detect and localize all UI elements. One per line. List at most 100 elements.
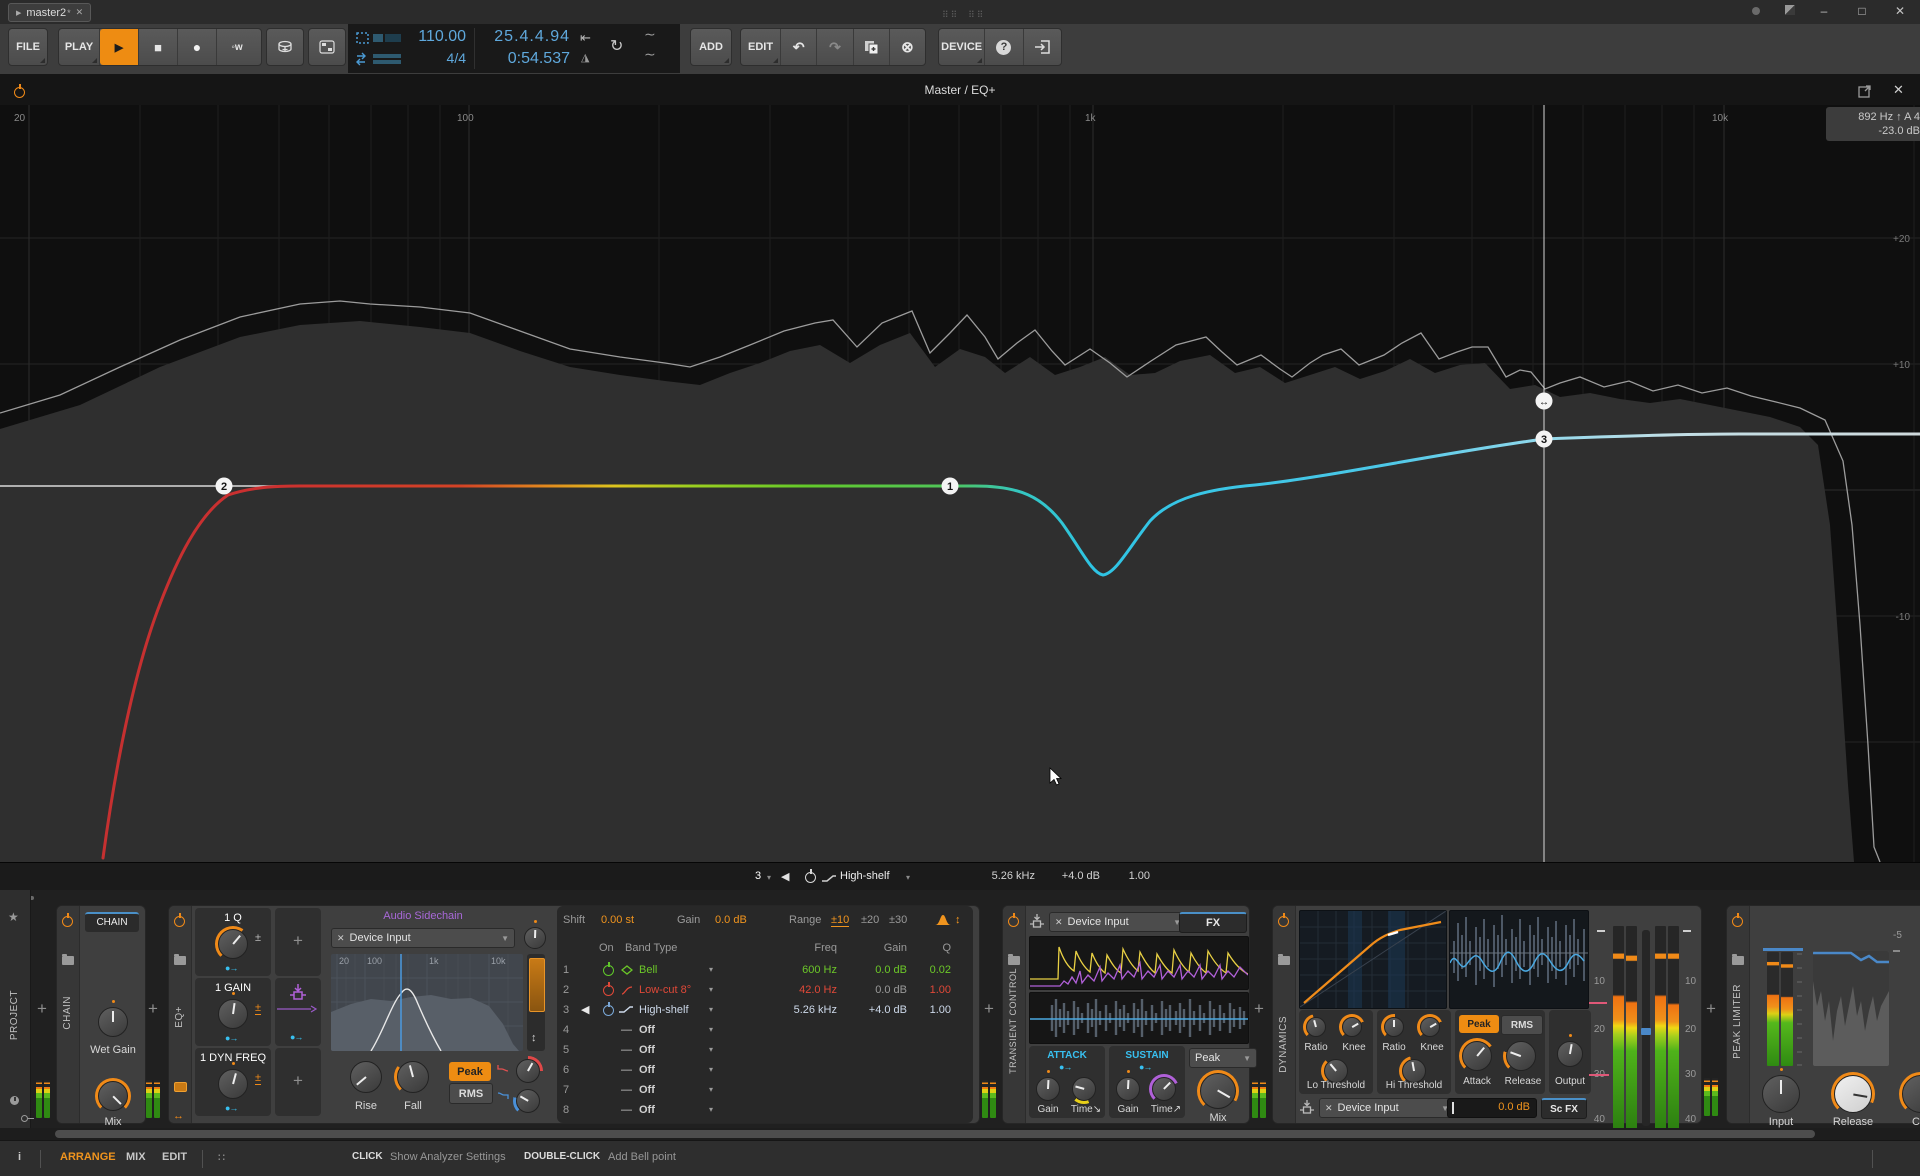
display-profile-icon[interactable] bbox=[1780, 3, 1800, 20]
layered-editing-button[interactable] bbox=[308, 28, 346, 66]
band-handle-3[interactable]: 3 bbox=[1536, 431, 1553, 448]
selected-band-gain[interactable]: +4.0 dB bbox=[1052, 870, 1100, 882]
selected-band-type[interactable]: High-shelf bbox=[840, 870, 890, 882]
attack-mod-arrow[interactable]: ●→ bbox=[1059, 1062, 1071, 1072]
band-3-solo-icon[interactable]: ◀ bbox=[581, 1000, 589, 1020]
band-5-type-caret[interactable]: ▾ bbox=[709, 1040, 713, 1060]
shuffle-wave-icon[interactable]: ∼ bbox=[644, 46, 656, 63]
limiter-preset-icon[interactable] bbox=[1732, 956, 1744, 965]
loop-icon[interactable]: ↻ bbox=[610, 36, 623, 56]
band-6-type-caret[interactable]: ▾ bbox=[709, 1060, 713, 1080]
macro-gain-knob[interactable] bbox=[215, 996, 251, 1032]
makeup-gain-field[interactable]: 0.0 dB bbox=[1447, 1098, 1537, 1118]
band-bandwidth-handle[interactable]: ↔ bbox=[1536, 393, 1553, 410]
sidechain-gain-knob[interactable] bbox=[521, 924, 549, 952]
macro-dynfreq-polarity[interactable]: ± bbox=[255, 1072, 261, 1085]
band-8-type-caret[interactable]: ▾ bbox=[709, 1100, 713, 1120]
band-2-power-icon[interactable] bbox=[603, 985, 614, 996]
file-button[interactable]: FILE bbox=[8, 28, 48, 66]
band-2-q[interactable]: 1.00 bbox=[901, 980, 951, 1000]
band-1-freq[interactable]: 600 Hz bbox=[787, 960, 837, 980]
output-knob[interactable] bbox=[1554, 1038, 1586, 1070]
eq-graph[interactable]: 2 1 ↔ 3 20 100 1k 10k +20 +10 -10 892 Hz… bbox=[0, 105, 1920, 862]
limiter-release-knob[interactable] bbox=[1831, 1072, 1875, 1116]
attack-gain-knob[interactable] bbox=[1033, 1074, 1063, 1104]
fall-knob[interactable] bbox=[394, 1058, 432, 1096]
delete-button[interactable]: ⊗ bbox=[890, 29, 925, 65]
sustain-time-knob[interactable] bbox=[1149, 1074, 1179, 1104]
eqplus-expanded-icon[interactable] bbox=[174, 1082, 187, 1092]
limiter-input-knob[interactable] bbox=[1759, 1072, 1803, 1116]
fast-env-knob[interactable] bbox=[513, 1056, 543, 1086]
lo-ratio-knob[interactable] bbox=[1303, 1014, 1329, 1040]
hi-ratio-knob[interactable] bbox=[1381, 1014, 1407, 1040]
mod-slot-1[interactable]: + bbox=[275, 908, 321, 976]
metronome-icon[interactable]: ◮ bbox=[581, 51, 589, 64]
band-3-q[interactable]: 1.00 bbox=[901, 1000, 951, 1020]
band-2-gain[interactable]: 0.0 dB bbox=[857, 980, 907, 1000]
macro-gain-mod-arrow[interactable]: ●→ bbox=[225, 1033, 237, 1043]
project-io-icon[interactable] bbox=[21, 1114, 34, 1121]
band-3-type-caret[interactable]: ▾ bbox=[709, 1000, 713, 1020]
add-device-button-0[interactable]: + bbox=[37, 1000, 47, 1017]
import-button[interactable] bbox=[1024, 29, 1061, 65]
info-icon[interactable]: i bbox=[18, 1151, 21, 1163]
arranger-follow-icon[interactable] bbox=[356, 52, 404, 66]
transient-preset-icon[interactable] bbox=[1008, 956, 1020, 965]
limiter-ceiling-knob[interactable] bbox=[1899, 1072, 1920, 1116]
device-peak-limiter[interactable]: PEAK LIMITER -5 Input Release bbox=[1726, 905, 1920, 1124]
transient-mix-knob[interactable] bbox=[1197, 1070, 1239, 1112]
device-dynamics[interactable]: DYNAMICS bbox=[1272, 905, 1702, 1124]
band-1-q[interactable]: 0.02 bbox=[901, 960, 951, 980]
rise-knob[interactable] bbox=[347, 1058, 385, 1096]
automation-write-button[interactable]: ◦w bbox=[217, 29, 257, 65]
add-device-button-4[interactable]: + bbox=[1706, 1000, 1716, 1017]
band-row-5[interactable]: 5 — Off ▾ bbox=[557, 1040, 973, 1060]
dyn-gr-handle[interactable] bbox=[1641, 1028, 1651, 1035]
wet-gain-knob[interactable] bbox=[95, 1004, 131, 1040]
band-1-type[interactable]: Bell bbox=[639, 960, 657, 980]
view-arrange[interactable]: ARRANGE bbox=[60, 1151, 116, 1163]
slow-env-knob[interactable] bbox=[513, 1086, 543, 1116]
clear-icon[interactable]: ✕ bbox=[337, 933, 345, 944]
bell-curve-icon[interactable] bbox=[935, 914, 951, 926]
band-7-type-caret[interactable]: ▾ bbox=[709, 1080, 713, 1100]
sidechain-analyzer[interactable]: 20 100 1k 10k bbox=[331, 954, 523, 1051]
band-row-7[interactable]: 7 — Off ▾ bbox=[557, 1080, 973, 1100]
chain-header-button[interactable]: CHAIN bbox=[85, 912, 139, 932]
range-20-option[interactable]: ±20 bbox=[861, 914, 879, 926]
edit-button[interactable]: EDIT bbox=[741, 29, 781, 65]
time-signature[interactable]: 4/4 bbox=[408, 50, 466, 66]
record-button[interactable]: ● bbox=[178, 29, 217, 65]
add-device-button-1[interactable]: + bbox=[148, 1000, 158, 1017]
eqplus-preset-icon[interactable] bbox=[174, 956, 186, 965]
dynamics-rms-button[interactable]: RMS bbox=[1501, 1015, 1543, 1035]
band-2-freq[interactable]: 42.0 Hz bbox=[787, 980, 837, 1000]
eqplus-mod-routing-icon[interactable]: ↔ bbox=[173, 1110, 184, 1122]
selected-band-q[interactable]: 1.00 bbox=[1118, 870, 1150, 882]
transient-sidechain-icon[interactable] bbox=[1030, 914, 1044, 930]
view-edit[interactable]: EDIT bbox=[162, 1151, 187, 1163]
band-8-type[interactable]: Off bbox=[639, 1100, 655, 1120]
hi-knee-knob[interactable] bbox=[1417, 1014, 1443, 1040]
band-1-type-caret[interactable]: ▾ bbox=[709, 960, 713, 980]
limiter-power-icon[interactable] bbox=[1732, 916, 1743, 927]
project-tab[interactable]: ▶ master2 * ✕ bbox=[8, 3, 91, 22]
band-2-type[interactable]: Low-cut 8° bbox=[639, 980, 691, 1000]
dynamics-source-dropdown[interactable]: ✕ Device Input ▼ bbox=[1319, 1098, 1455, 1118]
dyn-gr-slider[interactable] bbox=[1642, 930, 1650, 1126]
macro-dynfreq-mod-arrow[interactable]: ●→ bbox=[225, 1103, 237, 1113]
project-clock-icon[interactable] bbox=[10, 1096, 19, 1105]
duplicate-button[interactable] bbox=[854, 29, 890, 65]
view-mix[interactable]: MIX bbox=[126, 1151, 146, 1163]
stop-button[interactable]: ■ bbox=[139, 29, 178, 65]
mod-slot-2-arrow[interactable]: ●→ bbox=[290, 1032, 302, 1042]
lo-knee-knob[interactable] bbox=[1339, 1014, 1365, 1040]
dynamics-preset-icon[interactable] bbox=[1278, 956, 1290, 965]
eqplus-power-icon[interactable] bbox=[174, 916, 185, 927]
band-row-1[interactable]: 1 Bell ▾ 600 Hz 0.0 dB 0.02 bbox=[557, 960, 973, 980]
band-row-4[interactable]: 4 — Off ▾ bbox=[557, 1020, 973, 1040]
mod-slot-2[interactable]: ●→ bbox=[275, 978, 321, 1046]
play-menu-button[interactable]: PLAY bbox=[59, 29, 100, 65]
chain-mix-knob[interactable] bbox=[95, 1078, 131, 1114]
